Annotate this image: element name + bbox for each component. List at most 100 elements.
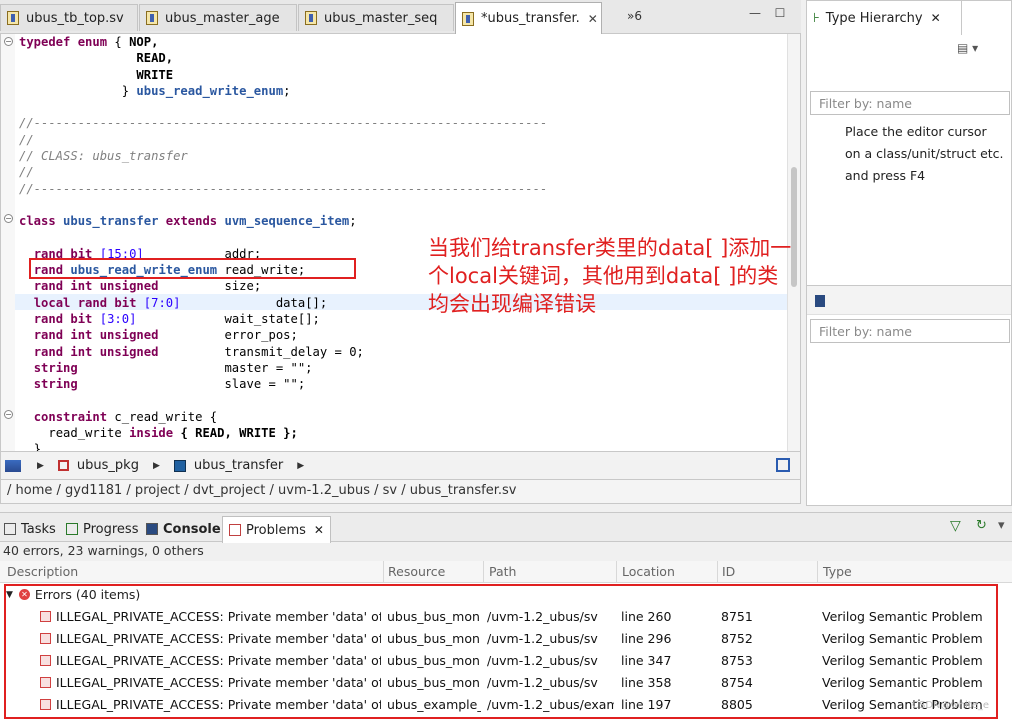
tab-ubus-master-age[interactable]: ubus_master_age bbox=[139, 4, 297, 31]
class-name: ubus_transfer bbox=[63, 214, 159, 229]
breadcrumb-class[interactable]: ubus_transfer bbox=[173, 458, 283, 473]
code-comment: // bbox=[19, 132, 34, 147]
members-toolbar bbox=[807, 285, 1011, 315]
member-modifiers: rand bit bbox=[33, 312, 93, 327]
column-divider[interactable] bbox=[616, 561, 617, 583]
tab-tasks[interactable]: Tasks bbox=[4, 517, 56, 541]
type-hierarchy-panel: ⊦ Type Hierarchy ✕ ▤ ▾ Filter by: name P… bbox=[806, 0, 1012, 506]
view-menu-icon[interactable]: ▾ bbox=[998, 518, 1005, 533]
fold-toggle-icon[interactable]: − bbox=[4, 214, 13, 223]
watermark: CSDN@white_e bbox=[912, 700, 990, 711]
tab-label: *ubus_transfer. bbox=[481, 11, 580, 26]
column-header[interactable]: Description bbox=[7, 564, 78, 579]
tab-console[interactable]: Console bbox=[146, 517, 221, 541]
member-name: transmit_delay = 0; bbox=[224, 344, 364, 359]
member-modifiers: local rand bit bbox=[33, 295, 137, 310]
tab-progress[interactable]: Progress bbox=[66, 517, 138, 541]
editor-tab-bar: ubus_tb_top.sv ubus_master_age ubus_mast… bbox=[0, 0, 801, 34]
help-line: Place the editor cursor bbox=[845, 124, 987, 139]
column-header[interactable]: Type bbox=[823, 564, 852, 579]
constraint-close: } bbox=[33, 442, 42, 451]
column-header[interactable]: Location bbox=[622, 564, 675, 579]
sv-file-icon bbox=[7, 11, 19, 25]
problems-summary: 40 errors, 23 warnings, 0 others bbox=[3, 543, 204, 558]
bottom-tab-bar: Tasks Progress Console Problems ✕ ▽ ↻ ▾ bbox=[0, 512, 1012, 543]
member-name: master = ""; bbox=[224, 360, 313, 375]
class-icon bbox=[173, 459, 186, 472]
code-keyword: enum bbox=[77, 35, 108, 49]
column-header[interactable]: Path bbox=[489, 564, 516, 579]
panel-title: Type Hierarchy bbox=[825, 10, 923, 26]
code-keyword: constraint bbox=[33, 409, 108, 424]
column-header[interactable]: Resource bbox=[388, 564, 445, 579]
outline-icon[interactable] bbox=[5, 459, 21, 472]
fold-toggle-icon[interactable]: − bbox=[4, 37, 13, 46]
tab-problems[interactable]: Problems ✕ bbox=[222, 516, 331, 543]
member-filter-input[interactable]: Filter by: name bbox=[810, 319, 1010, 343]
chevron-right-icon[interactable]: ▶ bbox=[153, 461, 160, 471]
tab-label: Tasks bbox=[21, 521, 56, 537]
constraint-body: read_write bbox=[48, 426, 122, 441]
code-comment: // CLASS: ubus_transfer bbox=[19, 149, 188, 164]
member-modifiers: rand int unsigned bbox=[33, 279, 159, 294]
member-modifiers: string bbox=[33, 360, 78, 375]
member-type: [3:0] bbox=[99, 312, 137, 327]
tab-type-hierarchy[interactable]: ⊦ Type Hierarchy ✕ bbox=[807, 1, 962, 35]
member-name: data[]; bbox=[275, 295, 328, 310]
maximize-icon[interactable]: ☐ bbox=[773, 6, 787, 20]
enum-value: NOP, bbox=[129, 35, 159, 49]
member-name: size; bbox=[224, 279, 262, 294]
column-divider[interactable] bbox=[383, 561, 384, 583]
breadcrumb-package[interactable]: ubus_pkg bbox=[57, 458, 139, 473]
tab-ubus-transfer[interactable]: *ubus_transfer. ✕ bbox=[455, 2, 602, 34]
member-modifiers: rand int unsigned bbox=[33, 344, 159, 359]
breadcrumb-label: ubus_pkg bbox=[76, 458, 139, 473]
help-line: and press F4 bbox=[845, 168, 926, 183]
member-modifiers: string bbox=[33, 377, 78, 392]
annotation-text: 当我们给transfer类里的data[ ]添加一个local关键词，其他用到d… bbox=[428, 236, 792, 316]
editor-gutter: − − − bbox=[1, 34, 15, 451]
fold-toggle-icon[interactable]: − bbox=[4, 410, 13, 419]
code-comment: //--------------------------------------… bbox=[19, 181, 548, 196]
package-icon bbox=[57, 460, 69, 471]
chevron-right-icon[interactable]: ▶ bbox=[37, 461, 44, 471]
close-icon[interactable]: ✕ bbox=[588, 12, 598, 26]
refresh-icon[interactable]: ↻ bbox=[976, 518, 987, 533]
column-divider[interactable] bbox=[483, 561, 484, 583]
type-filter-input[interactable]: Filter by: name bbox=[810, 91, 1010, 115]
console-icon bbox=[146, 523, 158, 535]
enum-value: READ, bbox=[136, 51, 174, 66]
link-with-editor-icon[interactable] bbox=[776, 458, 790, 472]
code-keyword: typedef bbox=[19, 35, 71, 49]
column-divider[interactable] bbox=[717, 561, 718, 583]
enum-value: WRITE bbox=[136, 67, 174, 82]
problems-icon bbox=[229, 524, 241, 536]
tab-ubus-master-seq[interactable]: ubus_master_seq bbox=[298, 4, 454, 31]
code-keyword: extends bbox=[165, 214, 218, 229]
column-header[interactable]: ID bbox=[722, 564, 735, 579]
member-name: error_pos; bbox=[224, 328, 298, 343]
close-icon[interactable]: ✕ bbox=[314, 523, 324, 537]
highlight-box-errors bbox=[4, 584, 998, 719]
sv-file-icon bbox=[462, 11, 474, 26]
code-keyword: inside bbox=[129, 426, 174, 441]
tab-label: Console bbox=[163, 521, 221, 537]
constraint-name: c_read_write { bbox=[114, 409, 218, 424]
sv-file-icon bbox=[305, 11, 317, 25]
view-menu-icon[interactable]: ▤ ▾ bbox=[957, 41, 978, 55]
constraint-body: { READ, WRITE }; bbox=[180, 426, 298, 441]
column-divider[interactable] bbox=[817, 561, 818, 583]
tab-label: ubus_tb_top.sv bbox=[26, 10, 124, 26]
document-icon[interactable] bbox=[815, 295, 825, 307]
tab-ubus-tb-top[interactable]: ubus_tb_top.sv bbox=[0, 4, 138, 31]
tab-overflow-indicator[interactable]: »6 bbox=[627, 9, 642, 23]
filter-icon[interactable]: ▽ bbox=[950, 518, 961, 534]
member-modifiers: rand int unsigned bbox=[33, 328, 159, 343]
help-text: Place the editor cursor on a class/unit/… bbox=[845, 121, 1004, 187]
tab-label: Problems bbox=[246, 522, 306, 538]
minimize-icon[interactable]: — bbox=[748, 6, 762, 20]
chevron-right-icon[interactable]: ▶ bbox=[297, 461, 304, 471]
close-icon[interactable]: ✕ bbox=[931, 11, 941, 25]
member-type: [7:0] bbox=[143, 295, 181, 310]
breadcrumb: ▶ ubus_pkg ▶ ubus_transfer ▶ bbox=[0, 451, 801, 480]
